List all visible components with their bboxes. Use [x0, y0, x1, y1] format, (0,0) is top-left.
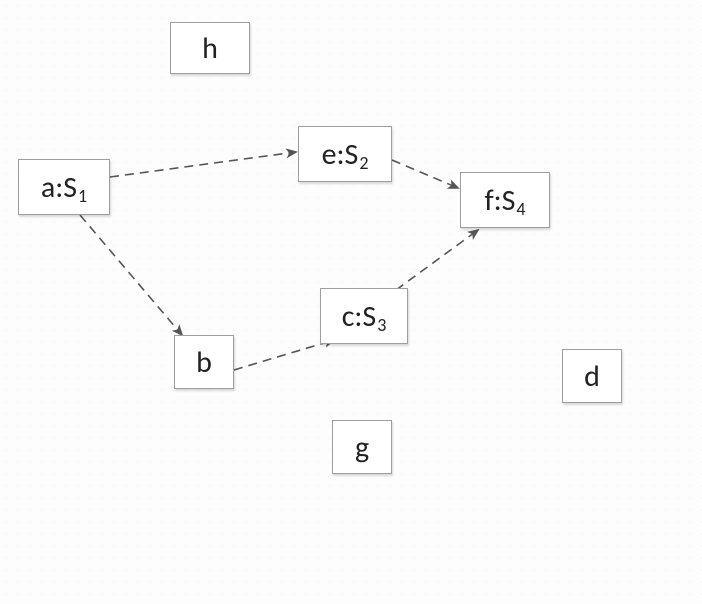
node-g: g	[332, 420, 392, 474]
node-e: e:S2	[298, 126, 392, 182]
node-sub: 4	[516, 198, 525, 220]
node-text: g	[355, 429, 369, 466]
node-a: a:S1	[18, 159, 110, 215]
node-h: h	[170, 22, 250, 74]
node-d: d	[562, 349, 622, 403]
node-text: c:S	[342, 298, 377, 335]
node-sub: 3	[377, 314, 386, 336]
node-text: a:S	[41, 169, 77, 206]
node-text: f:S	[484, 182, 515, 219]
node-label: a:S1	[41, 169, 87, 206]
node-text: e:S	[322, 136, 359, 173]
node-f: f:S4	[460, 172, 550, 228]
node-sub: 2	[359, 152, 368, 174]
node-sub: 1	[78, 185, 87, 207]
node-label: f:S4	[484, 182, 525, 219]
diagram-canvas: a:S1 h e:S2 f:S4 b c:S3 d g	[0, 0, 702, 604]
node-text: b	[196, 344, 212, 381]
node-label: e:S2	[322, 136, 369, 173]
node-b: b	[174, 335, 234, 389]
node-label: c:S3	[342, 298, 387, 335]
node-text: d	[584, 358, 600, 395]
node-c: c:S3	[320, 288, 408, 344]
node-text: h	[202, 30, 218, 67]
